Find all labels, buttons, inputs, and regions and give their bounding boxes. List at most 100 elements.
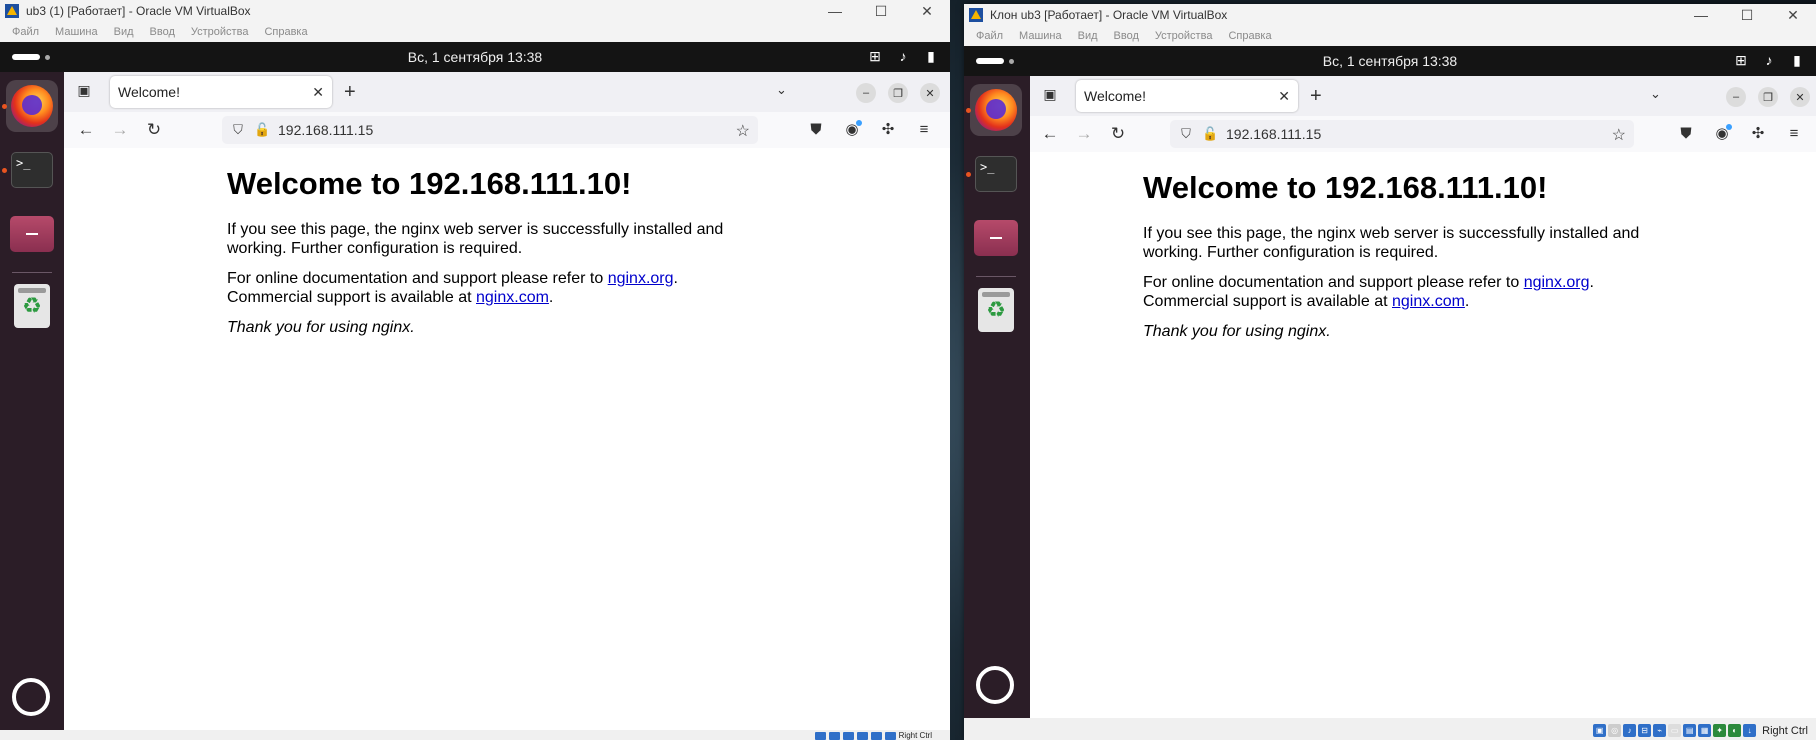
menu-devices[interactable]: Устройства xyxy=(1155,30,1213,42)
minimize-button[interactable]: — xyxy=(812,0,858,22)
pocket-icon[interactable]: ⛊ xyxy=(806,120,826,140)
network-icon[interactable]: ⊞ xyxy=(866,48,884,65)
nginx-org-link[interactable]: nginx.org xyxy=(1524,274,1590,291)
dock-firefox[interactable] xyxy=(970,84,1022,136)
tab-welcome[interactable]: Welcome! ✕ xyxy=(1076,80,1298,112)
firefox-view-icon[interactable]: ▣ xyxy=(74,82,94,102)
minimize-button[interactable]: — xyxy=(1678,4,1724,26)
recording-status-icon[interactable]: ▦ xyxy=(1698,724,1712,737)
optical-status-icon[interactable] xyxy=(828,732,840,740)
new-tab-icon[interactable]: + xyxy=(1310,85,1322,108)
reload-icon[interactable]: ↻ xyxy=(144,120,164,140)
url-bar[interactable]: ⛉ 🔓 192.168.111.15 ☆ xyxy=(222,116,758,144)
url-text[interactable]: 192.168.111.15 xyxy=(1226,126,1321,142)
dock-files[interactable] xyxy=(6,208,58,260)
dock-trash[interactable]: ♻ xyxy=(6,280,58,332)
restore-icon[interactable]: ❐ xyxy=(1758,87,1778,107)
volume-icon[interactable]: ♪ xyxy=(894,48,912,65)
mouse-integration-icon[interactable]: ◐ xyxy=(1728,724,1742,737)
close-button[interactable]: ✕ xyxy=(904,0,950,22)
reload-icon[interactable]: ↻ xyxy=(1108,124,1128,144)
nginx-com-link[interactable]: nginx.com xyxy=(1392,293,1465,310)
cpu-status-icon[interactable]: ✦ xyxy=(1713,724,1727,737)
usb-status-icon[interactable]: ⌁ xyxy=(1653,724,1667,737)
optical-status-icon[interactable]: ◎ xyxy=(1608,724,1622,737)
bookmark-star-icon[interactable]: ☆ xyxy=(1612,125,1626,145)
nginx-org-link[interactable]: nginx.org xyxy=(608,270,674,287)
account-icon[interactable]: ◉ xyxy=(842,120,862,140)
account-icon[interactable]: ◉ xyxy=(1712,124,1732,144)
menu-devices[interactable]: Устройства xyxy=(191,26,249,38)
keyboard-status-icon[interactable]: ↓ xyxy=(1743,724,1757,737)
tab-close-icon[interactable]: ✕ xyxy=(312,84,324,101)
shared-folder-status-icon[interactable]: ▭ xyxy=(1668,724,1682,737)
network-status-icon[interactable] xyxy=(856,732,868,740)
dock-files[interactable] xyxy=(970,212,1022,264)
activities-button[interactable] xyxy=(976,58,1014,64)
menu-machine[interactable]: Машина xyxy=(1019,30,1062,42)
insecure-lock-icon[interactable]: 🔓 xyxy=(1202,126,1218,142)
close-button[interactable]: ✕ xyxy=(1770,4,1816,26)
menu-icon[interactable]: ≡ xyxy=(1784,124,1804,144)
battery-icon[interactable]: ▮ xyxy=(1788,52,1806,69)
volume-icon[interactable]: ♪ xyxy=(1760,52,1778,69)
shield-icon[interactable]: ⛉ xyxy=(1178,126,1194,142)
dock-firefox[interactable] xyxy=(6,80,58,132)
menu-icon[interactable]: ≡ xyxy=(914,120,934,140)
extensions-icon[interactable]: ✣ xyxy=(1748,124,1768,144)
nginx-com-link[interactable]: nginx.com xyxy=(476,289,549,306)
menu-file[interactable]: Файл xyxy=(976,30,1003,42)
hdd-status-icon[interactable]: ▣ xyxy=(1593,724,1607,737)
tab-welcome[interactable]: Welcome! ✕ xyxy=(110,76,332,108)
menu-file[interactable]: Файл xyxy=(12,26,39,38)
bookmark-star-icon[interactable]: ☆ xyxy=(736,121,750,141)
dock-terminal[interactable]: >_ xyxy=(6,144,58,196)
audio-status-icon[interactable]: ♪ xyxy=(1623,724,1637,737)
insecure-lock-icon[interactable]: 🔓 xyxy=(254,122,270,138)
menu-machine[interactable]: Машина xyxy=(55,26,98,38)
menu-help[interactable]: Справка xyxy=(1228,30,1271,42)
url-text[interactable]: 192.168.111.15 xyxy=(278,122,373,138)
hdd-status-icon[interactable] xyxy=(814,732,826,740)
menu-input[interactable]: Ввод xyxy=(1114,30,1139,42)
extensions-icon[interactable]: ✣ xyxy=(878,120,898,140)
tab-close-icon[interactable]: ✕ xyxy=(1278,88,1290,105)
close-icon[interactable]: ✕ xyxy=(1790,87,1810,107)
dock-trash[interactable]: ♻ xyxy=(970,284,1022,336)
show-apps-icon[interactable] xyxy=(12,678,50,716)
shared-folder-status-icon[interactable] xyxy=(870,732,882,740)
menu-help[interactable]: Справка xyxy=(264,26,307,38)
display-status-icon[interactable] xyxy=(884,732,896,740)
pocket-icon[interactable]: ⛊ xyxy=(1676,124,1696,144)
network-status-icon[interactable]: ⊟ xyxy=(1638,724,1652,737)
clock[interactable]: Вс, 1 сентября 13:38 xyxy=(408,49,542,65)
minimize-icon[interactable]: – xyxy=(1726,87,1746,107)
usb-status-icon[interactable] xyxy=(842,732,854,740)
dock-terminal[interactable]: >_ xyxy=(970,148,1022,200)
close-icon[interactable]: ✕ xyxy=(920,83,940,103)
battery-icon[interactable]: ▮ xyxy=(922,48,940,65)
url-bar[interactable]: ⛉ 🔓 192.168.111.15 ☆ xyxy=(1170,120,1634,148)
network-icon[interactable]: ⊞ xyxy=(1732,52,1750,69)
back-icon[interactable]: ← xyxy=(76,120,96,140)
menu-view[interactable]: Вид xyxy=(1078,30,1098,42)
menu-input[interactable]: Ввод xyxy=(150,26,175,38)
maximize-button[interactable]: ☐ xyxy=(1724,4,1770,26)
chevron-down-icon[interactable]: ⌄ xyxy=(1650,86,1661,102)
display-status-icon[interactable]: ▤ xyxy=(1683,724,1697,737)
back-icon[interactable]: ← xyxy=(1040,124,1060,144)
minimize-icon[interactable]: – xyxy=(856,83,876,103)
new-tab-icon[interactable]: + xyxy=(344,81,356,104)
chevron-down-icon[interactable]: ⌄ xyxy=(776,82,787,98)
forward-icon[interactable]: → xyxy=(1074,124,1094,144)
maximize-button[interactable]: ☐ xyxy=(858,0,904,22)
menu-view[interactable]: Вид xyxy=(114,26,134,38)
firefox-view-icon[interactable]: ▣ xyxy=(1040,86,1060,106)
restore-icon[interactable]: ❐ xyxy=(888,83,908,103)
forward-icon[interactable]: → xyxy=(110,120,130,140)
maximize-icon: ☐ xyxy=(1740,6,1754,23)
shield-icon[interactable]: ⛉ xyxy=(230,122,246,138)
show-apps-icon[interactable] xyxy=(976,666,1014,704)
activities-button[interactable] xyxy=(12,54,50,60)
clock[interactable]: Вс, 1 сентября 13:38 xyxy=(1323,53,1457,69)
